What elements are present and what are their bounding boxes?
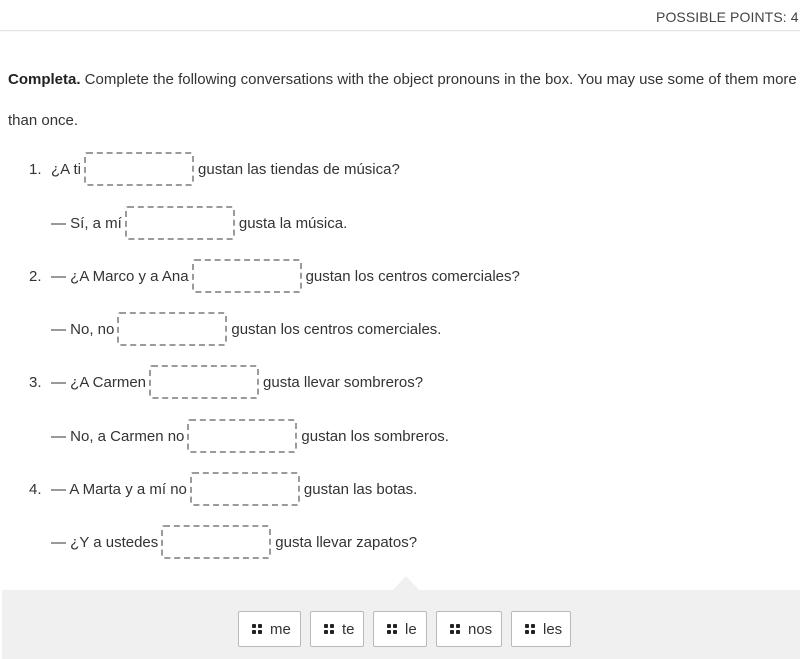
question-lead: — ¿A Carmen xyxy=(51,373,147,391)
question-row: 2. — ¿A Marco y a Ana gustan los centros… xyxy=(29,257,520,295)
word-chip-le[interactable]: le xyxy=(373,611,427,647)
drop-zone[interactable] xyxy=(84,152,195,186)
question-trail: gusta llevar sombreros? xyxy=(263,373,424,391)
instructions-title: Completa. xyxy=(8,71,81,88)
word-bank: me te le nos les xyxy=(238,611,571,647)
drop-zone[interactable] xyxy=(161,525,272,559)
drop-zone[interactable] xyxy=(117,312,228,346)
instructions-text: Complete the following conversations wit… xyxy=(8,71,797,129)
question-lead: ¿A ti xyxy=(51,160,82,178)
question-trail: gustan los centros comerciales? xyxy=(305,267,520,285)
question-lead: — No, no xyxy=(51,320,115,338)
drag-handle-icon xyxy=(252,624,262,634)
word-chip-me[interactable]: me xyxy=(238,611,301,647)
drag-handle-icon xyxy=(450,624,460,634)
question-trail: gustan las botas. xyxy=(303,480,418,498)
question-row: 3. — ¿A Carmen gusta llevar sombreros? xyxy=(29,363,423,401)
question-lead: — ¿Y a ustedes xyxy=(51,533,159,551)
word-chip-label: nos xyxy=(468,620,493,638)
drop-zone[interactable] xyxy=(187,419,298,453)
drop-zone[interactable] xyxy=(124,206,235,240)
word-chip-label: le xyxy=(405,620,417,638)
question-lead: — A Marta y a mí no xyxy=(51,480,187,498)
question-trail: gustan las tiendas de música? xyxy=(198,160,400,178)
question-row: — No, a Carmen no gustan los sombreros. xyxy=(51,417,449,455)
drop-zone[interactable] xyxy=(189,472,300,506)
question-row: — ¿Y a ustedes gusta llevar zapatos? xyxy=(51,523,417,561)
drop-zone[interactable] xyxy=(191,259,302,293)
word-chip-te[interactable]: te xyxy=(310,611,364,647)
question-number: 3. xyxy=(29,373,42,391)
question-trail: gusta la música. xyxy=(238,214,348,232)
drag-handle-icon xyxy=(324,624,334,634)
question-lead: — No, a Carmen no xyxy=(51,427,185,445)
drop-zone[interactable] xyxy=(149,365,260,399)
word-chip-label: les xyxy=(543,620,563,638)
question-lead: — ¿A Marco y a Ana xyxy=(51,267,189,285)
word-chip-les[interactable]: les xyxy=(511,611,571,647)
possible-points: POSSIBLE POINTS: 4 xyxy=(656,9,799,25)
question-trail: gustan los centros comerciales. xyxy=(231,320,442,338)
word-chip-label: te xyxy=(342,620,355,638)
top-bar: POSSIBLE POINTS: 4 xyxy=(0,0,800,31)
tray-pointer xyxy=(393,576,419,590)
question-trail: gustan los sombreros. xyxy=(301,427,449,445)
question-number: 1. xyxy=(29,160,42,178)
question-number: 2. xyxy=(29,267,42,285)
drag-handle-icon xyxy=(525,624,535,634)
question-lead: — Sí, a mí xyxy=(51,214,122,232)
question-row: — No, no gustan los centros comerciales. xyxy=(51,310,441,348)
word-chip-label: me xyxy=(270,620,291,638)
question-trail: gusta llevar zapatos? xyxy=(275,533,418,551)
drag-handle-icon xyxy=(387,624,397,634)
question-row: — Sí, a mí gusta la música. xyxy=(51,204,347,242)
question-number: 4. xyxy=(29,480,42,498)
question-row: 4. — A Marta y a mí no gustan las botas. xyxy=(29,470,417,508)
word-chip-nos[interactable]: nos xyxy=(436,611,502,647)
instructions: Completa. Complete the following convers… xyxy=(8,59,798,141)
question-row: 1. ¿A ti gustan las tiendas de música? xyxy=(29,150,400,188)
